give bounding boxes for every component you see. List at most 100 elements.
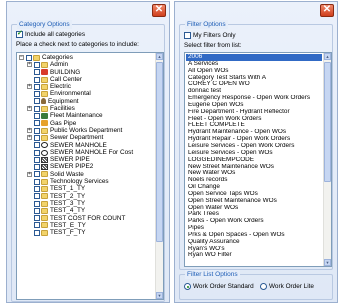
tree-item-checkbox[interactable] xyxy=(34,76,40,83)
filter-list-item[interactable]: New Water WOs xyxy=(186,170,322,177)
tree-item-checkbox[interactable] xyxy=(34,171,40,178)
filter-list-item[interactable]: Fleet - Open Work Orders xyxy=(186,116,322,123)
expand-icon[interactable]: + xyxy=(27,127,32,133)
filter-list-item[interactable]: Open Street Maintenance WOs xyxy=(186,198,322,205)
tree-item[interactable]: + Admin xyxy=(18,61,154,68)
filter-list-item[interactable]: Open Water WOs xyxy=(186,205,322,212)
filter-list-item[interactable]: COREY C OPEN WO xyxy=(186,81,322,88)
tree-item[interactable]: + Solid Waste xyxy=(18,171,154,178)
tree-item[interactable]: SEWER MANHOLE xyxy=(18,142,154,149)
tree-item-checkbox[interactable] xyxy=(34,69,40,76)
work-order-standard-option[interactable]: Work Order Standard xyxy=(184,283,254,290)
tree-item-checkbox[interactable] xyxy=(34,186,40,192)
tree-item[interactable]: Technology Services xyxy=(18,178,154,185)
tree-item[interactable]: TEST_1_TY xyxy=(18,185,154,192)
tree-item-checkbox[interactable] xyxy=(34,142,40,149)
filter-list-item[interactable]: Hydrant Repair - Open Work Orders xyxy=(186,136,322,143)
my-filters-only-checkbox[interactable] xyxy=(184,32,191,39)
tree-item[interactable]: Fleet Maintenance xyxy=(18,112,154,119)
tree-item[interactable]: SEWER PIPE2 xyxy=(18,163,154,170)
work-order-lite-radio[interactable] xyxy=(260,283,267,290)
tree-item[interactable]: Call Center xyxy=(18,76,154,83)
tree-item-checkbox[interactable] xyxy=(34,98,40,105)
tree-item-checkbox[interactable] xyxy=(34,193,40,200)
filter-list-item[interactable]: Prks & Open Spaces - Open WOs xyxy=(186,232,322,239)
tree-item[interactable]: TEST_3_TY xyxy=(18,200,154,207)
tree-item[interactable]: SEWER PIPE xyxy=(18,156,154,163)
filter-list-item[interactable]: donnac test xyxy=(186,88,322,95)
tree-item-checkbox[interactable] xyxy=(34,113,40,120)
filter-list-item[interactable]: LOGGEDINEMPCODE xyxy=(186,157,322,164)
tree-item[interactable]: + Electric xyxy=(18,83,154,90)
expand-icon[interactable]: + xyxy=(27,171,32,177)
filter-list-item[interactable]: Fire Department - Hydrant Reflector xyxy=(186,109,322,116)
tree-item-checkbox[interactable] xyxy=(34,178,40,185)
tree-item-checkbox[interactable] xyxy=(34,229,40,236)
include-all-checkbox[interactable] xyxy=(16,29,23,38)
category-scrollbar[interactable]: ▲ ▼ xyxy=(155,53,163,299)
filter-list-item[interactable]: Leisure Services - Open Work Orders xyxy=(186,143,322,150)
filter-list-item[interactable]: A Services xyxy=(186,61,322,68)
tree-item-checkbox[interactable] xyxy=(34,156,40,163)
scroll-thumb[interactable] xyxy=(156,62,163,242)
tree-item[interactable]: BUILDING xyxy=(18,69,154,76)
filter-list-item[interactable]: Park Trees xyxy=(186,211,322,218)
scroll-up-arrow-icon[interactable]: ▲ xyxy=(156,53,163,60)
filter-list-item[interactable]: Eugene Open WOs xyxy=(186,102,322,109)
filter-list-item[interactable]: 2006 xyxy=(186,54,322,61)
tree-item-checkbox[interactable] xyxy=(34,222,40,229)
tree-item[interactable]: TEST_4_TY xyxy=(18,207,154,214)
tree-item-checkbox[interactable] xyxy=(26,54,32,61)
tree-item-checkbox[interactable] xyxy=(34,120,40,127)
filter-list-item[interactable]: Emergency Response - Open Work Orders xyxy=(186,95,322,102)
expand-icon[interactable]: + xyxy=(27,84,32,90)
tree-item-checkbox[interactable] xyxy=(34,215,40,222)
filter-list-item[interactable]: Leisure Services - Open WOs xyxy=(186,150,322,157)
filter-list[interactable]: 2006 A Services All Open WOs Category Test … xyxy=(184,52,332,267)
work-order-lite-option[interactable]: Work Order Lite xyxy=(260,283,314,290)
tree-item[interactable]: + Facilities xyxy=(18,105,154,112)
work-order-standard-radio[interactable] xyxy=(184,283,191,290)
tree-item[interactable]: Equipment xyxy=(18,98,154,105)
filter-list-item[interactable]: Pipes xyxy=(186,225,322,232)
tree-item[interactable]: + Sewer Department xyxy=(18,134,154,141)
filter-list-item[interactable]: Parks - Open Work Orders xyxy=(186,218,322,225)
tree-item[interactable]: TEST_F_TY xyxy=(18,229,154,236)
my-filters-only-row[interactable]: My Filters Only xyxy=(184,32,236,39)
tree-item-checkbox[interactable] xyxy=(34,91,40,98)
filter-list-item[interactable]: FLEET COMPLETE xyxy=(186,122,322,129)
tree-item-checkbox[interactable] xyxy=(34,200,40,207)
scroll-thumb[interactable] xyxy=(324,62,331,182)
close-button[interactable]: ✕ xyxy=(320,4,334,17)
filter-scrollbar[interactable]: ▲ ▼ xyxy=(323,53,331,266)
expand-icon[interactable]: + xyxy=(27,135,32,141)
expand-icon[interactable]: + xyxy=(27,106,32,112)
tree-item-checkbox[interactable] xyxy=(34,105,40,112)
scroll-down-arrow-icon[interactable]: ▼ xyxy=(156,292,163,299)
filter-list-item[interactable]: Oil Change xyxy=(186,184,322,191)
filter-list-item[interactable]: Hydrant Maintenance - Open WOs xyxy=(186,129,322,136)
tree-item-checkbox[interactable] xyxy=(34,149,40,156)
category-tree[interactable]: − Categories + Admin BUILDING Call Center + Ele… xyxy=(16,52,164,300)
tree-item[interactable]: TEST_E_TY xyxy=(18,222,154,229)
collapse-icon[interactable]: − xyxy=(19,55,24,60)
include-all-categories-row[interactable]: Include all categories xyxy=(16,29,85,38)
close-button[interactable]: ✕ xyxy=(152,4,166,17)
tree-item[interactable]: TEST_2_TY xyxy=(18,193,154,200)
tree-item-checkbox[interactable] xyxy=(34,83,40,90)
filter-list-item[interactable]: Noels records xyxy=(186,177,322,184)
tree-item[interactable]: Gas Pipe xyxy=(18,120,154,127)
filter-list-item[interactable]: Open Service Taps WOs xyxy=(186,191,322,198)
scroll-up-arrow-icon[interactable]: ▲ xyxy=(324,53,331,60)
tree-item[interactable]: − Categories xyxy=(18,54,154,61)
tree-item-checkbox[interactable] xyxy=(34,134,40,141)
tree-item[interactable]: SEWER MANHOLE For Cost xyxy=(18,149,154,156)
tree-item-checkbox[interactable] xyxy=(34,61,40,68)
tree-item-checkbox[interactable] xyxy=(34,164,40,171)
tree-item-checkbox[interactable] xyxy=(34,207,40,214)
filter-list-item[interactable]: Quality Assurance xyxy=(186,239,322,246)
filter-list-item[interactable]: New Street Maintenance WOs xyxy=(186,164,322,171)
expand-icon[interactable]: + xyxy=(27,62,32,68)
scroll-down-arrow-icon[interactable]: ▼ xyxy=(324,259,331,266)
tree-item[interactable]: TEST COST FOR COUNT xyxy=(18,215,154,222)
